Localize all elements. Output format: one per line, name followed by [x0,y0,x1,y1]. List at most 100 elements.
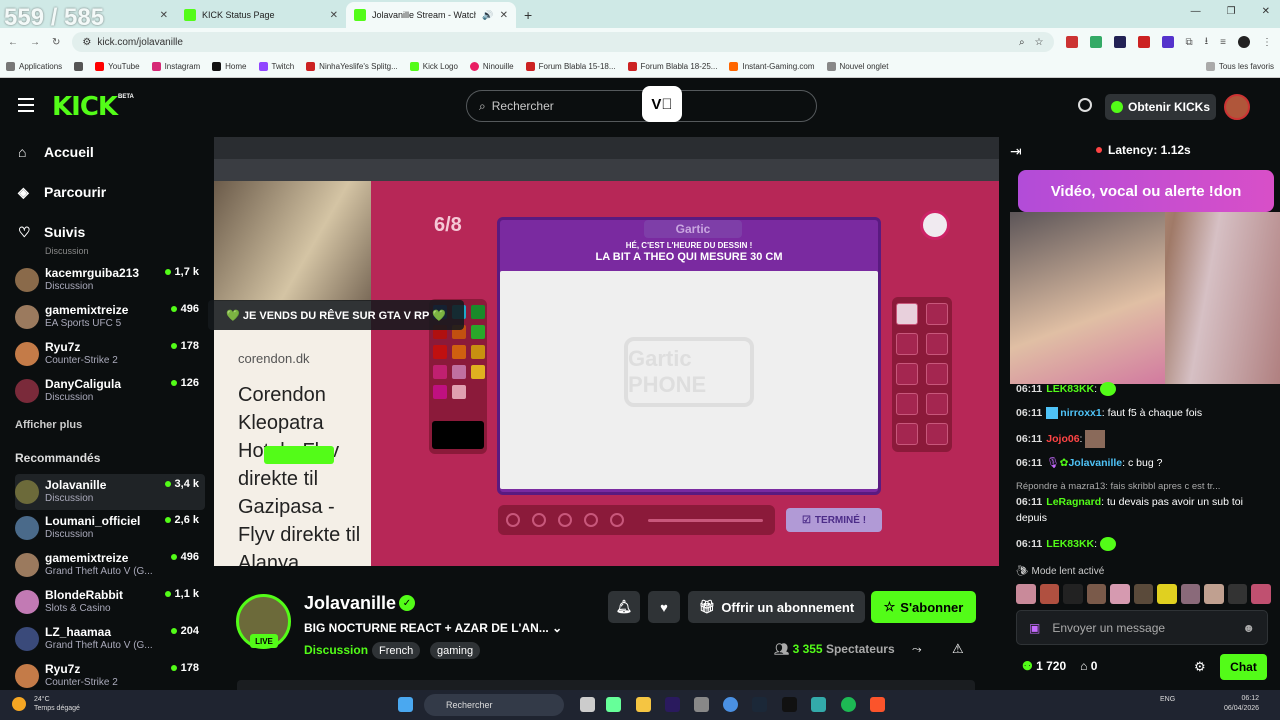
bookmark[interactable]: Instant-Gaming.com [729,62,815,71]
spotify-icon[interactable] [841,697,856,712]
file-explorer-icon[interactable] [636,697,651,712]
followed-channel[interactable]: DanyCaligula Discussion 126 [15,377,205,413]
chat-message[interactable]: 06:11 Jojo06: [1016,430,1274,448]
app-icon[interactable] [694,697,709,712]
report-icon[interactable]: ⚠ [952,641,964,657]
bookmark[interactable]: Applications [6,62,62,71]
chrome-icon[interactable] [723,697,738,712]
chat-message[interactable]: 06:11 LEK83KK: [1016,536,1274,552]
browser-tab-active[interactable]: Jolavanille Stream - Watch 🔊 ✕ [346,2,516,28]
extensions-puzzle-icon[interactable]: ⧉ [1186,37,1193,48]
emoji-icon[interactable]: ☻ [1242,621,1255,635]
bookmark[interactable]: Ninouille [469,62,514,71]
all-favorites[interactable]: Tous les favoris [1205,62,1274,71]
recommended-channel[interactable]: gamemixtreize Grand Theft Auto V (G... 4… [15,551,205,587]
collapse-chat-icon[interactable]: ⇥ [1010,143,1022,160]
extension-icon[interactable] [1137,36,1150,48]
chat-message[interactable]: 06:11 nirroxx1: faut f5 à chaque fois [1016,405,1274,421]
recommended-channel[interactable]: BlondeRabbit Slots & Casino 1,1 k [15,588,205,624]
extension-badge-icon[interactable]: V⃞ [642,86,682,122]
close-window-icon[interactable]: ✕ [1262,6,1270,17]
steam-icon[interactable] [752,697,767,712]
bookmark[interactable]: Forum Blabla 18-25... [627,62,717,71]
media-icon[interactable]: ≡ [1220,37,1226,48]
show-more-link[interactable]: Afficher plus [15,419,82,431]
chat-message[interactable]: 06:11 LeRagnard: tu devais pas avoir un s… [1016,494,1274,526]
extension-icon[interactable] [1161,36,1174,48]
avatar[interactable] [1039,584,1060,604]
site-info-icon[interactable]: ⚙ [82,37,91,48]
reload-icon[interactable]: ↻ [52,37,60,48]
close-tab-icon[interactable]: ✕ [330,10,338,21]
gift-icon[interactable]: ▣ [1029,621,1040,635]
taskbar-clock[interactable]: 06:12 06/04/2026 [1224,694,1259,714]
share-icon[interactable]: ⤳ [912,642,922,657]
close-tab-icon[interactable]: ✕ [160,10,168,21]
menu-icon[interactable]: ⋮ [1262,37,1272,48]
follow-button[interactable]: ♥ [648,591,680,623]
notifications-icon[interactable] [1078,98,1092,112]
bookmark[interactable]: Forum Blabla 15-18... [525,62,616,71]
subscribe-button[interactable]: ☆ S'abonner [871,591,976,623]
notification-bell-button[interactable]: 🔔︎ [608,591,640,623]
back-icon[interactable]: ← [8,37,18,48]
tag-french[interactable]: French [372,642,421,659]
system-tray[interactable]: ENG [1160,696,1175,703]
recommended-channel[interactable]: LZ_haamaa Grand Theft Auto V (G... 204 [15,625,205,661]
kick-logo[interactable]: KICK [52,92,118,122]
tag-gaming[interactable]: gaming [430,642,481,659]
chat-input[interactable]: ▣ Envoyer un message ☻ [1016,610,1268,645]
avatar[interactable] [1204,584,1224,604]
bookmark[interactable]: NinhaYeslife's Splitg... [306,62,398,71]
url-field[interactable]: ⚙ kick.com/jolavanille ⌕ ☆ [72,32,1054,52]
bookmark[interactable]: YouTube [95,62,140,71]
extension-icon[interactable] [1089,36,1102,48]
user-avatar[interactable] [1224,94,1250,120]
avatar[interactable] [1251,584,1272,604]
chat-settings-icon[interactable]: ⚙ [1194,659,1206,675]
tiktok-icon[interactable] [782,697,797,712]
new-tab-icon[interactable]: + [516,7,540,28]
maximize-icon[interactable]: ❐ [1227,6,1236,17]
app-icon[interactable] [606,697,621,712]
get-kicks-button[interactable]: Obtenir KICKs [1105,94,1216,120]
star-icon[interactable]: ☆ [1035,37,1044,48]
weather-widget[interactable]: 24°C Temps dégagé [34,695,80,713]
followed-channel[interactable]: Ryu7z Counter-Strike 2 178 [15,340,205,376]
browser-tab[interactable]: KICK Status Page ✕ [176,2,346,28]
send-chat-button[interactable]: Chat [1220,654,1267,680]
windows-start-icon[interactable] [398,697,413,712]
avatar[interactable] [1180,584,1201,604]
app-icon[interactable] [811,697,826,712]
bookmark[interactable]: Instagram [151,62,200,71]
reply-context[interactable]: Répondre à mazra13: fais skribbl apres c… [1016,479,1274,495]
hamburger-menu-icon[interactable] [18,98,34,112]
bookmark[interactable]: Nouvel onglet [826,62,888,71]
bookmark[interactable] [74,62,84,71]
chat-message[interactable]: 06:11 🎙︎✿Jolavanille: c bug ? [1016,455,1274,471]
followed-channel[interactable]: gamemixtreize EA Sports UFC 5 496 [15,303,205,339]
bookmark[interactable]: Home [212,62,247,71]
avatar[interactable] [1110,584,1130,604]
stream-category[interactable]: Discussion [304,643,368,657]
avatar[interactable] [1063,584,1083,604]
zoom-icon[interactable]: ⌕ [1019,37,1025,48]
recommended-channel[interactable]: Loumani_officiel Discussion 2,6 k [15,514,205,550]
bookmark[interactable]: Twitch [258,62,294,71]
avatar[interactable] [1133,584,1154,604]
download-icon[interactable]: ⭳ [1205,34,1209,51]
followed-channel[interactable]: kacemrguiba213 Discussion 1,7 k [15,266,205,302]
avatar[interactable] [1016,584,1036,604]
recommended-channel[interactable]: Jolavanille Discussion 3,4 k [15,474,205,510]
nav-home[interactable]: ⌂ Accueil [18,144,94,160]
avatar[interactable] [1086,584,1107,604]
chevron-down-icon[interactable]: ⌄ [552,621,562,635]
profile-icon[interactable] [1238,36,1250,48]
forward-icon[interactable]: → [30,37,40,48]
close-tab-icon[interactable]: ✕ [500,10,508,21]
minimize-icon[interactable]: — [1191,6,1201,17]
extension-icon[interactable] [1113,36,1126,48]
extension-icon[interactable] [1065,36,1078,48]
video-player[interactable]: corendon.dk Corendon Kleopatra Hotel - F… [214,137,999,566]
task-view-icon[interactable] [580,697,595,712]
